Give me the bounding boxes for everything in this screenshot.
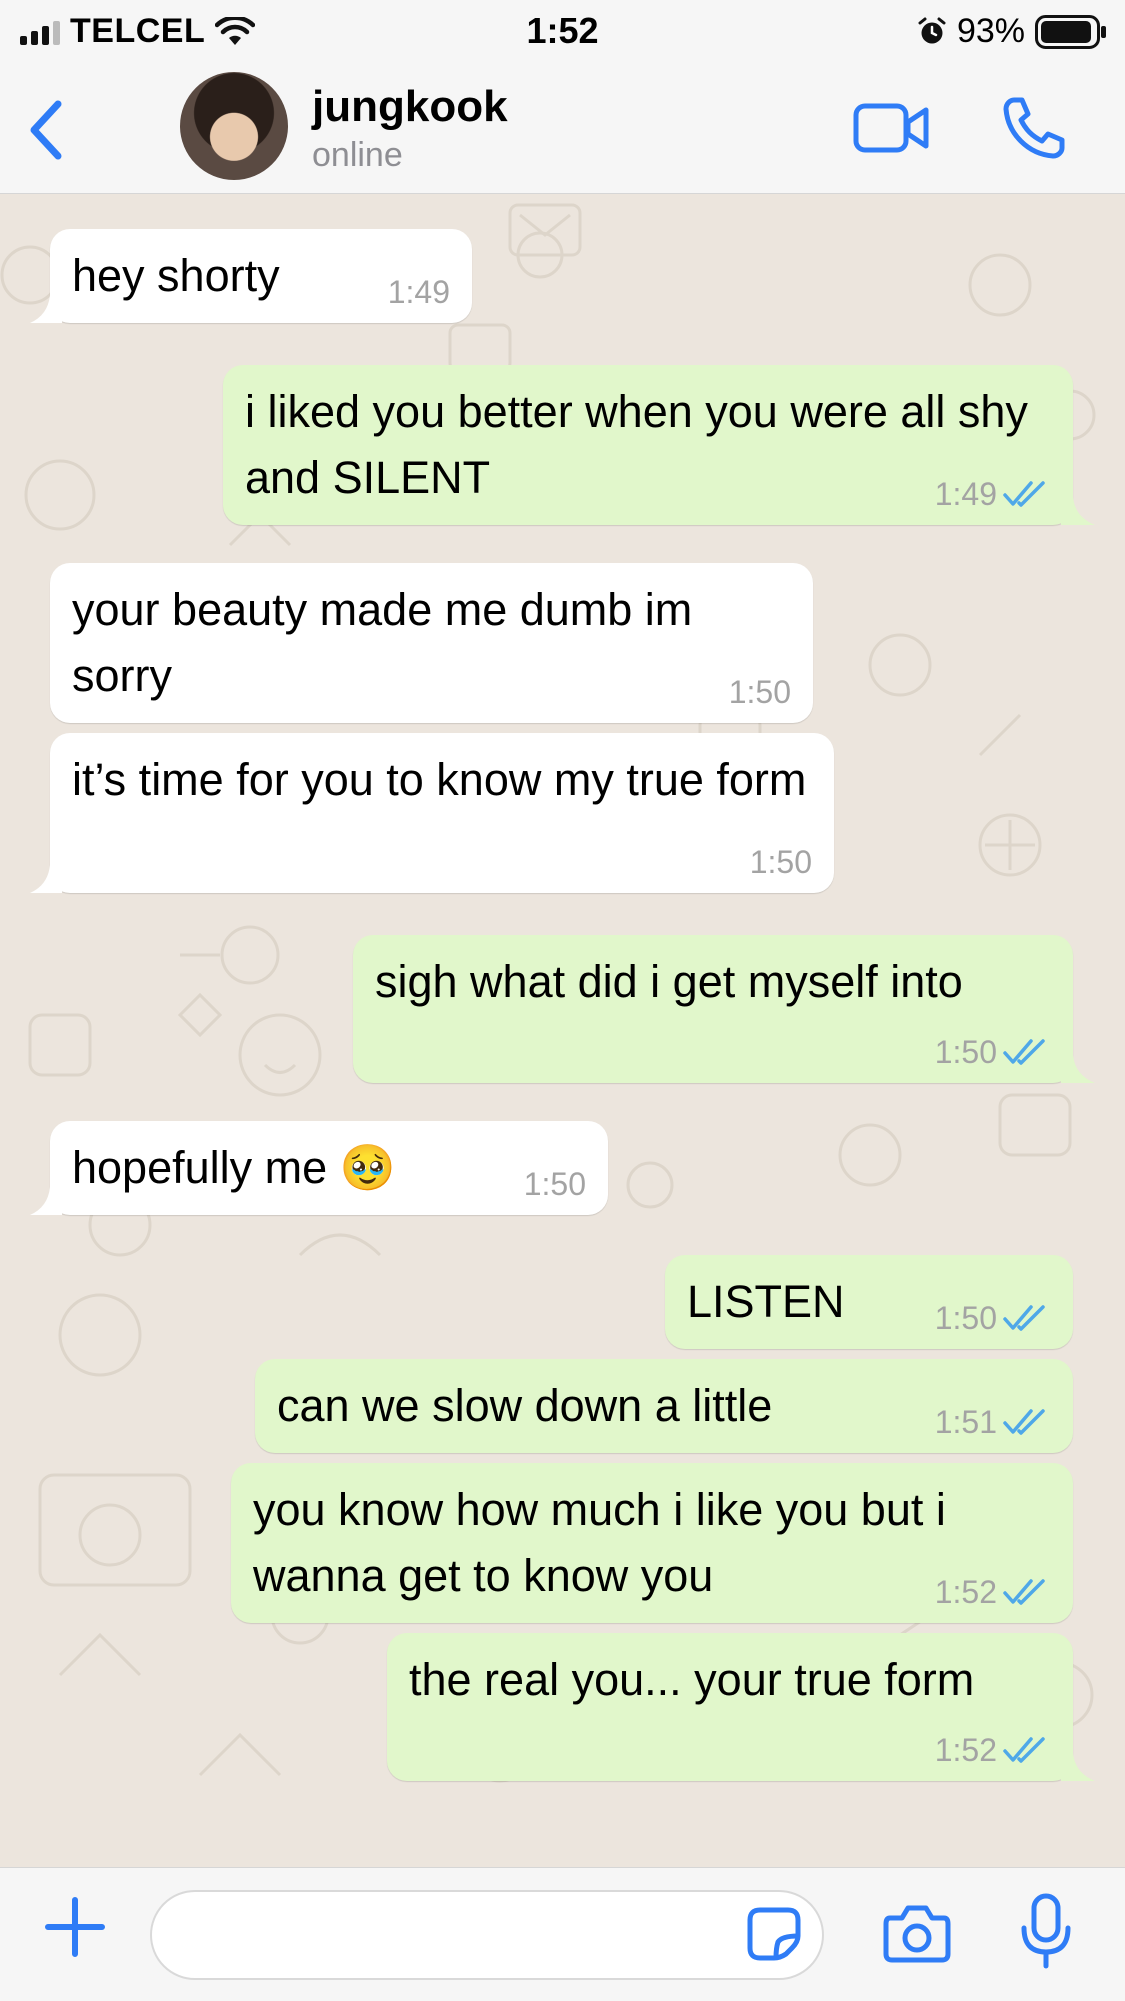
double-check-icon [1003,1579,1045,1605]
video-call-button[interactable] [852,100,932,156]
message-outgoing[interactable]: can we slow down a little 1:51 [255,1359,1073,1453]
message-outgoing[interactable]: the real you... your true form 1:52 [387,1633,1095,1781]
message-time: 1:51 [934,1404,997,1440]
message-time-group: 1:50 [729,675,791,709]
message-incoming[interactable]: it’s time for you to know my true form 1… [30,733,834,893]
double-check-icon [1003,481,1045,507]
contact-name[interactable]: jungkook [312,82,508,132]
message-input[interactable] [150,1890,824,1980]
battery-icon [1035,14,1106,49]
double-check-icon [1003,1305,1045,1331]
attach-plus-button[interactable] [44,1896,106,1958]
alarm-icon [918,17,946,43]
double-check-icon [1003,1737,1045,1763]
message-time: 1:52 [934,1732,997,1768]
message-text: your beauty made me dumb im sorry [72,584,705,701]
message-incoming[interactable]: hey shorty 1:49 [30,229,472,323]
message-text: it’s time for you to know my true form [72,754,807,805]
message-time-group: 1:49 [388,275,450,309]
message-time: 1:49 [387,274,450,310]
bubble-tail [30,295,62,323]
message-time-group: 1:52 [935,1575,1049,1609]
double-check-icon [1003,1039,1045,1065]
message-time-group: 1:50 [750,845,812,879]
message-text: you know how much i like you but i wanna… [253,1484,959,1601]
camera-button[interactable] [882,1902,952,1964]
back-button[interactable] [22,98,72,162]
voice-call-button[interactable] [1000,94,1068,162]
message-time: 1:50 [728,674,791,710]
message-outgoing[interactable]: sigh what did i get myself into 1:50 [353,935,1095,1083]
contact-status: online [312,136,403,174]
message-time-group: 1:51 [935,1405,1049,1439]
message-incoming[interactable]: your beauty made me dumb im sorry 1:50 [50,563,813,723]
message-text: sigh what did i get myself into [375,956,963,1007]
status-right: 93% [917,12,1107,51]
bubble-tail [1061,1055,1095,1083]
bubble-tail [1061,497,1095,525]
message-outgoing[interactable]: LISTEN 1:50 [665,1255,1073,1349]
double-check-icon [1003,1409,1045,1435]
message-time: 1:52 [934,1574,997,1610]
message-incoming[interactable]: hopefully me 🥹 1:50 [30,1121,608,1215]
message-outgoing[interactable]: you know how much i like you but i wanna… [231,1463,1073,1623]
bubble-tail [30,865,62,893]
bubble-tail [30,1187,62,1215]
message-time-group: 1:52 [935,1733,1049,1767]
battery-percent: 93% [956,12,1025,50]
message-outgoing[interactable]: i liked you better when you were all shy… [223,365,1095,525]
message-time: 1:50 [523,1166,586,1202]
message-time-group: 1:50 [935,1035,1049,1069]
message-time-group: 1:49 [935,477,1049,511]
chat-area[interactable]: hey shorty 1:49 i liked you better when … [0,195,1125,1867]
microphone-button[interactable] [1020,1892,1072,1972]
avatar[interactable] [180,72,288,180]
message-time: 1:50 [934,1300,997,1336]
message-text: hopefully me 🥹 [72,1142,396,1193]
message-text: the real you... your true form [409,1654,975,1705]
bubble-tail [1061,1753,1095,1781]
sticker-button[interactable] [746,1906,802,1962]
chat-header: jungkook online [0,64,1125,194]
message-time: 1:50 [934,1034,997,1070]
message-time: 1:50 [749,844,812,880]
message-input-bar [0,1867,1125,2001]
message-time-group: 1:50 [524,1167,586,1201]
status-bar: TELCEL 1:52 93% [0,0,1125,64]
message-text: i liked you better when you were all shy… [245,386,1041,503]
message-time-group: 1:50 [935,1301,1049,1335]
message-time: 1:49 [934,476,997,512]
